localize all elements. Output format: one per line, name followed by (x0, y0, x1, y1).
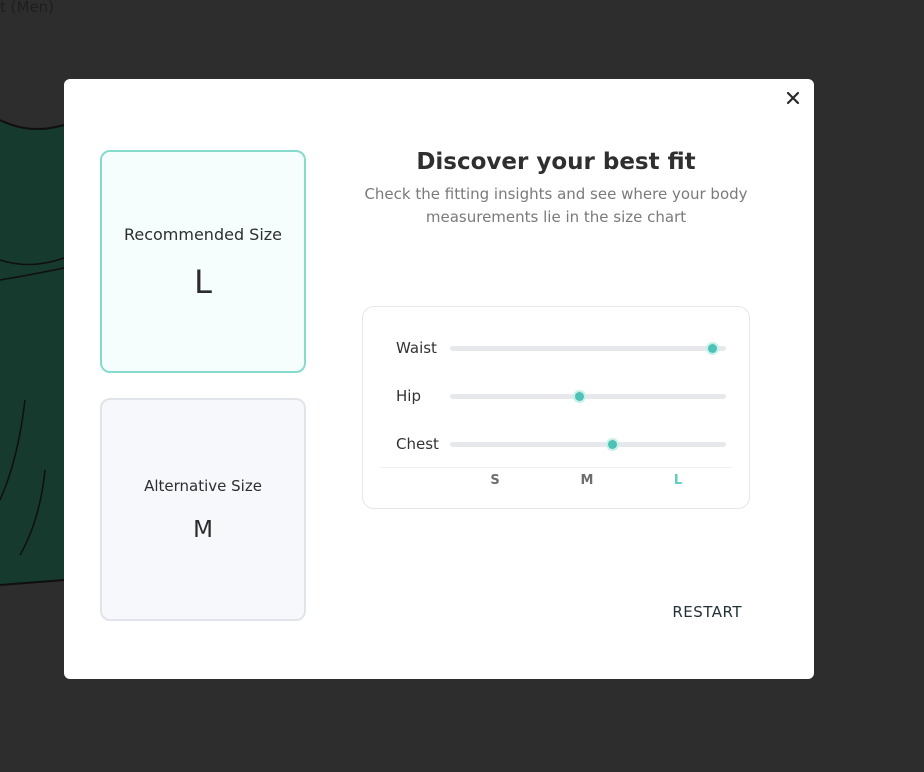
fit-label-hip: Hip (396, 387, 421, 405)
background-product-title: t (Men) (0, 0, 55, 16)
fit-row-waist: Waist (363, 338, 749, 358)
fit-marker-hip (575, 392, 585, 401)
alternative-size-label: Alternative Size (144, 477, 262, 495)
fit-dialog: Recommended Size L Alternative Size M Di… (64, 79, 814, 679)
size-scale-divider (379, 467, 733, 468)
fit-insights-panel: Waist Hip Chest S M L (362, 306, 750, 509)
alternative-size-card[interactable]: Alternative Size M (100, 398, 306, 621)
dialog-subtitle: Check the fitting insights and see where… (364, 185, 748, 226)
fit-track-hip (450, 392, 726, 401)
fit-marker-chest (608, 440, 618, 449)
recommended-size-card[interactable]: Recommended Size L (100, 150, 306, 373)
dialog-title: Discover your best fit (416, 149, 696, 175)
size-scale-label-s: S (490, 473, 500, 488)
close-button[interactable] (780, 85, 806, 111)
size-scale-label-m: M (580, 473, 594, 488)
fit-label-waist: Waist (396, 339, 437, 357)
fit-row-hip: Hip (363, 386, 749, 406)
recommended-size-value: L (194, 263, 212, 301)
size-scale-label-l: L (673, 473, 683, 488)
alternative-size-value: M (193, 517, 213, 543)
recommended-size-label: Recommended Size (123, 225, 283, 244)
fit-label-chest: Chest (396, 435, 439, 453)
page: t (Men) Recommended Size L Alternative S… (0, 0, 924, 772)
close-icon (786, 91, 800, 105)
fit-track-waist (450, 344, 726, 353)
fit-marker-waist (707, 344, 717, 353)
fit-track-chest (450, 440, 726, 449)
fit-row-chest: Chest (363, 434, 749, 454)
restart-button[interactable]: RESTART (660, 603, 742, 625)
